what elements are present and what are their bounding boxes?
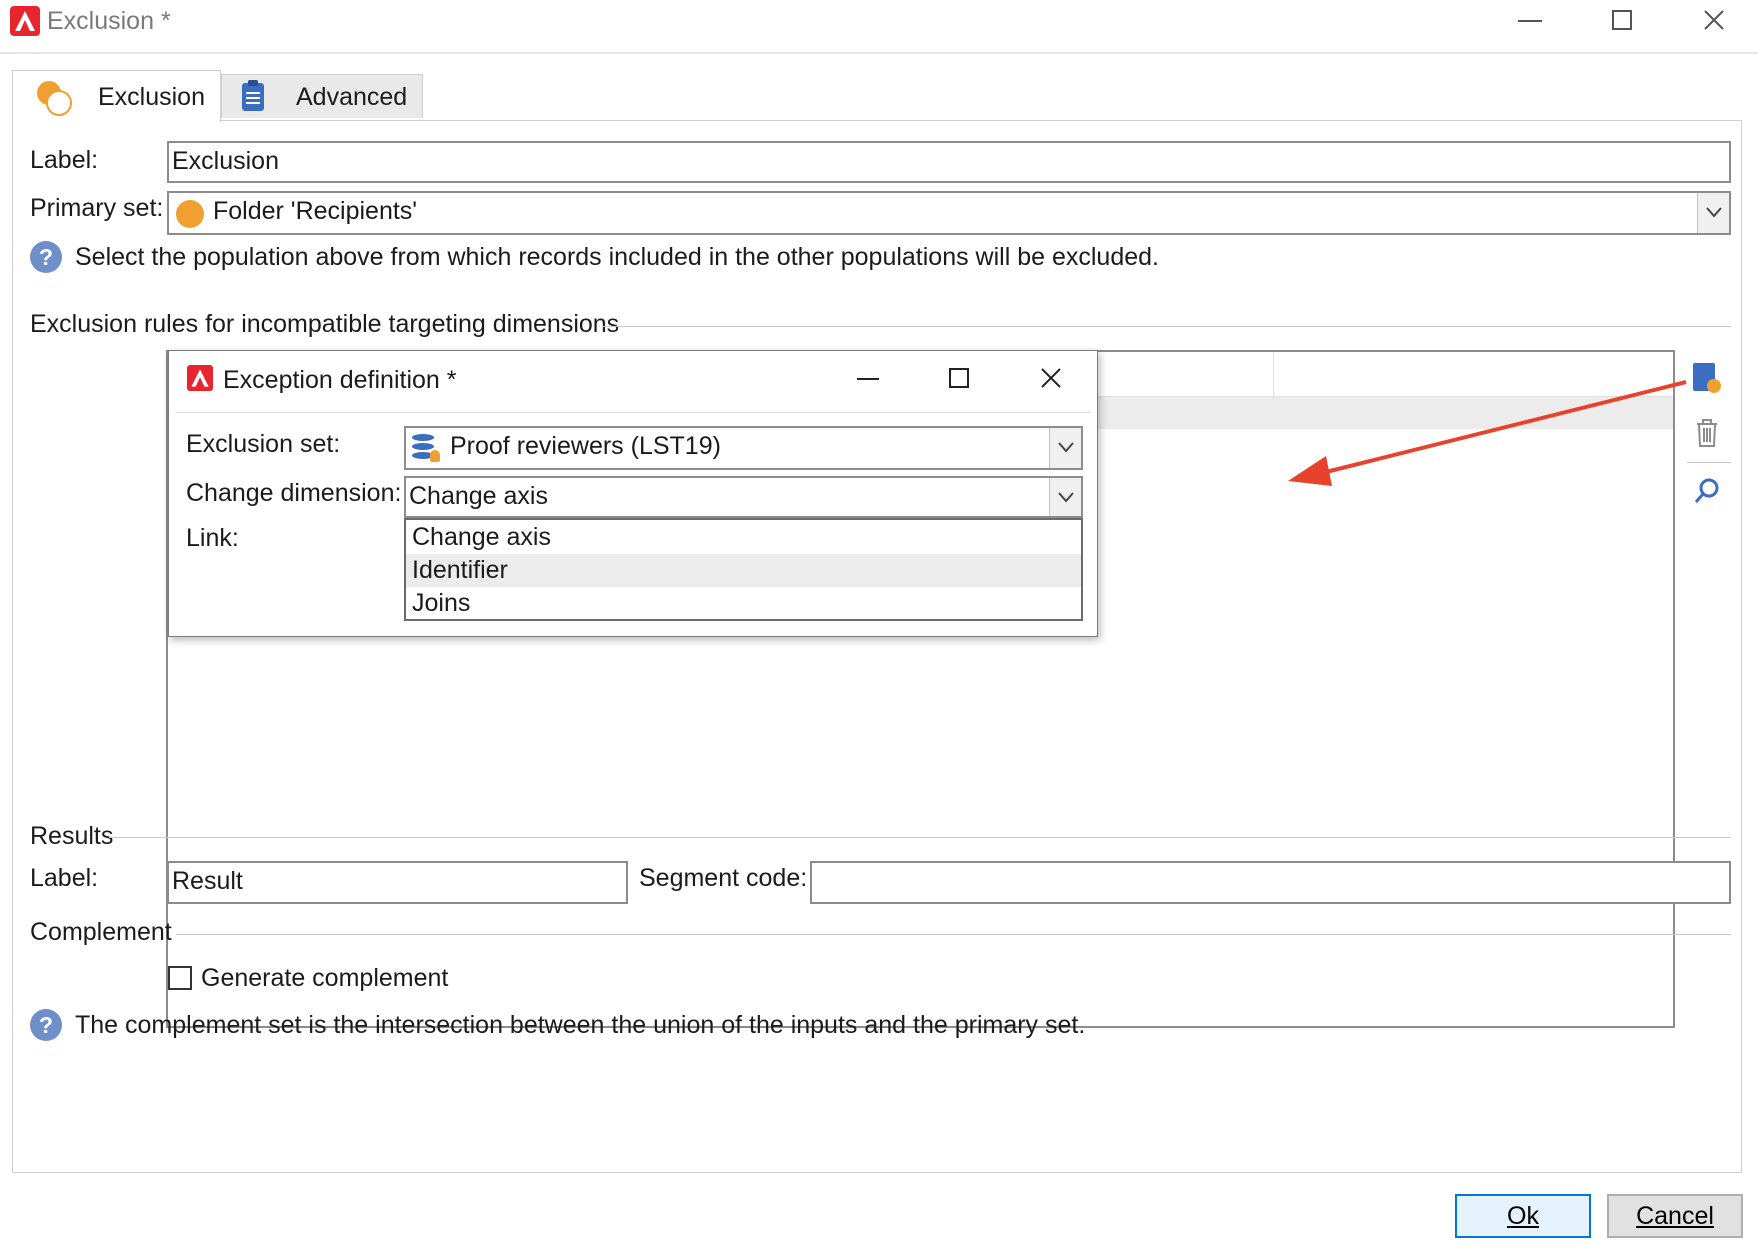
result-label-input[interactable]: Result [167,861,628,904]
cancel-button[interactable]: Cancel [1607,1194,1743,1238]
exclusion-set-select[interactable]: Proof reviewers (LST19) [404,426,1083,470]
primary-set-label: Primary set: [30,194,164,222]
generate-complement-label: Generate complement [201,964,449,992]
dialog-logo-icon [187,365,213,391]
folder-dot-icon [176,200,204,228]
ok-button[interactable]: Ok [1455,1194,1591,1238]
app-logo-icon [10,6,40,36]
minimize-icon[interactable] [1518,20,1542,22]
change-dimension-select[interactable]: Change axis [404,476,1083,518]
primary-set-dropdown-button[interactable] [1697,193,1729,233]
dropdown-option[interactable]: Joins [406,587,1081,620]
primary-set-value: Folder 'Recipients' [213,197,418,225]
primary-set-select[interactable]: Folder 'Recipients' [167,191,1731,235]
complement-help-text: The complement set is the intersection b… [75,1011,1086,1039]
main-panel: Label: Exclusion Primary set: Folder 'Re… [12,120,1742,1173]
complement-title: Complement [30,918,172,946]
label-input[interactable]: Exclusion [167,141,1731,183]
exclusion-rules-title: Exclusion rules for incompatible targeti… [30,310,620,338]
option-change-axis: Change axis [412,523,551,551]
segment-code-label: Segment code: [639,864,808,892]
exclusion-set-label: Exclusion set: [186,430,341,458]
exclusion-icon [37,81,72,116]
option-identifier: Identifier [412,556,508,584]
link-label: Link: [186,524,239,552]
close-icon[interactable] [1702,8,1726,32]
primary-set-help-text: Select the population above from which r… [75,243,1159,271]
exception-definition-dialog: Exception definition * Exclusion set: Pr… [168,350,1098,637]
database-icon [412,432,442,464]
change-dimension-dropdown-list[interactable]: Change axis Identifier Joins [404,518,1083,621]
dialog-close-icon[interactable] [1040,367,1062,389]
generate-complement-checkbox[interactable] [168,966,192,990]
change-dimension-dropdown-button[interactable] [1049,478,1081,516]
exclusion-set-value: Proof reviewers (LST19) [450,432,721,460]
tab-advanced-label: Advanced [296,83,408,111]
ok-button-label: Ok [1507,1201,1539,1230]
option-joins: Joins [412,589,471,617]
segment-code-input[interactable] [810,861,1731,904]
window-title: Exclusion * [47,7,171,35]
dialog-title: Exception definition * [223,366,457,394]
dialog-maximize-icon[interactable] [949,368,969,388]
tab-exclusion-label: Exclusion [98,83,205,111]
maximize-icon[interactable] [1612,10,1632,30]
exclusion-set-dropdown-button[interactable] [1049,428,1081,468]
change-dimension-label: Change dimension: [186,479,402,507]
chevron-down-icon [1706,207,1722,218]
chevron-down-icon [1058,442,1074,453]
chevron-down-icon [1058,492,1074,503]
cancel-button-label: Cancel [1636,1201,1714,1230]
tab-exclusion[interactable]: Exclusion [12,70,221,122]
tab-advanced[interactable]: Advanced [221,74,423,118]
help-icon: ? [30,1009,62,1041]
title-bar: Exclusion * [0,0,1758,46]
annotation-arrow [1288,380,1687,486]
results-title: Results [30,822,114,850]
label-field-label: Label: [30,146,99,174]
change-dimension-value: Change axis [409,482,548,510]
dialog-minimize-icon[interactable] [857,378,879,380]
result-label-label: Label: [30,864,99,892]
dropdown-option[interactable]: Change axis [406,521,1081,554]
dropdown-option[interactable]: Identifier [406,554,1081,587]
clipboard-icon [242,80,264,111]
help-icon: ? [30,241,62,273]
